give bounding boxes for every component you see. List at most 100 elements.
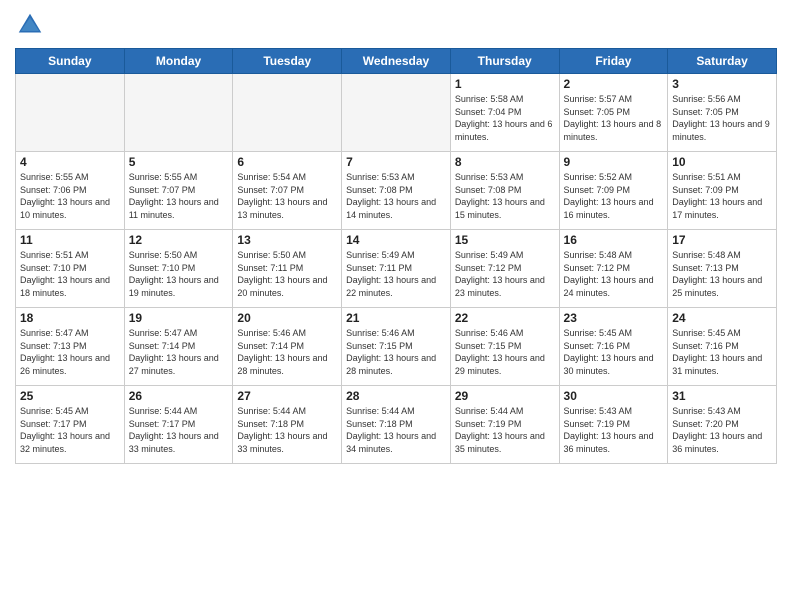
header <box>15 10 777 40</box>
day-number: 25 <box>20 389 120 403</box>
day-number: 17 <box>672 233 772 247</box>
calendar-cell: 8 Sunrise: 5:53 AMSunset: 7:08 PMDaylight… <box>450 152 559 230</box>
calendar-cell: 23 Sunrise: 5:45 AMSunset: 7:16 PMDayligh… <box>559 308 668 386</box>
day-number: 27 <box>237 389 337 403</box>
day-info: Sunrise: 5:46 AMSunset: 7:15 PMDaylight:… <box>455 327 555 377</box>
calendar-cell <box>124 74 233 152</box>
calendar-cell: 28Sunrise: 5:44 AMSunset: 7:18 PMDayligh… <box>342 386 451 464</box>
day-info: Sunrise: 5:49 AMSunset: 7:12 PMDaylight:… <box>455 249 555 299</box>
day-number: 20 <box>237 311 337 325</box>
calendar-cell: 15 Sunrise: 5:49 AMSunset: 7:12 PMDayligh… <box>450 230 559 308</box>
logo-icon <box>15 10 45 40</box>
day-number: 24 <box>672 311 772 325</box>
day-number: 29 <box>455 389 555 403</box>
day-info: Sunrise: 5:48 AMSunset: 7:12 PMDaylight:… <box>564 249 664 299</box>
calendar-cell: 26Sunrise: 5:44 AMSunset: 7:17 PMDayligh… <box>124 386 233 464</box>
day-info: Sunrise: 5:47 AMSunset: 7:13 PMDaylight:… <box>20 327 120 377</box>
day-number: 31 <box>672 389 772 403</box>
day-info: Sunrise: 5:50 AMSunset: 7:11 PMDaylight:… <box>237 249 337 299</box>
day-info: Sunrise: 5:53 AMSunset: 7:08 PMDaylight:… <box>455 171 555 221</box>
day-info: Sunrise: 5:45 AMSunset: 7:16 PMDaylight:… <box>564 327 664 377</box>
calendar-cell: 5 Sunrise: 5:55 AMSunset: 7:07 PMDaylight… <box>124 152 233 230</box>
weekday-saturday: Saturday <box>668 49 777 74</box>
day-info: Sunrise: 5:51 AMSunset: 7:10 PMDaylight:… <box>20 249 120 299</box>
weekday-monday: Monday <box>124 49 233 74</box>
weekday-header-row: SundayMondayTuesdayWednesdayThursdayFrid… <box>16 49 777 74</box>
calendar-cell: 30Sunrise: 5:43 AMSunset: 7:19 PMDayligh… <box>559 386 668 464</box>
week-row-1: 4 Sunrise: 5:55 AMSunset: 7:06 PMDaylight… <box>16 152 777 230</box>
page: SundayMondayTuesdayWednesdayThursdayFrid… <box>0 0 792 612</box>
day-number: 28 <box>346 389 446 403</box>
calendar-cell: 3Sunrise: 5:56 AMSunset: 7:05 PMDaylight… <box>668 74 777 152</box>
calendar-cell: 18 Sunrise: 5:47 AMSunset: 7:13 PMDayligh… <box>16 308 125 386</box>
day-number: 12 <box>129 233 229 247</box>
calendar-body: 1 Sunrise: 5:58 AMSunset: 7:04 PMDaylight… <box>16 74 777 464</box>
day-number: 21 <box>346 311 446 325</box>
calendar-cell: 29 Sunrise: 5:44 AMSunset: 7:19 PMDayligh… <box>450 386 559 464</box>
day-info: Sunrise: 5:46 AMSunset: 7:14 PMDaylight:… <box>237 327 337 377</box>
day-number: 8 <box>455 155 555 169</box>
day-info: Sunrise: 5:47 AMSunset: 7:14 PMDaylight:… <box>129 327 229 377</box>
day-info: Sunrise: 5:50 AMSunset: 7:10 PMDaylight:… <box>129 249 229 299</box>
day-info: Sunrise: 5:45 AMSunset: 7:16 PMDaylight:… <box>672 327 772 377</box>
calendar-cell: 25 Sunrise: 5:45 AMSunset: 7:17 PMDayligh… <box>16 386 125 464</box>
logo <box>15 10 47 40</box>
calendar-cell <box>233 74 342 152</box>
calendar-cell: 19 Sunrise: 5:47 AMSunset: 7:14 PMDayligh… <box>124 308 233 386</box>
day-number: 7 <box>346 155 446 169</box>
calendar-cell: 1 Sunrise: 5:58 AMSunset: 7:04 PMDaylight… <box>450 74 559 152</box>
calendar-cell: 22 Sunrise: 5:46 AMSunset: 7:15 PMDayligh… <box>450 308 559 386</box>
day-info: Sunrise: 5:44 AMSunset: 7:18 PMDaylight:… <box>237 405 337 455</box>
week-row-2: 11Sunrise: 5:51 AMSunset: 7:10 PMDayligh… <box>16 230 777 308</box>
calendar-cell: 11Sunrise: 5:51 AMSunset: 7:10 PMDayligh… <box>16 230 125 308</box>
day-info: Sunrise: 5:53 AMSunset: 7:08 PMDaylight:… <box>346 171 446 221</box>
day-info: Sunrise: 5:51 AMSunset: 7:09 PMDaylight:… <box>672 171 772 221</box>
day-number: 5 <box>129 155 229 169</box>
day-info: Sunrise: 5:44 AMSunset: 7:19 PMDaylight:… <box>455 405 555 455</box>
day-info: Sunrise: 5:56 AMSunset: 7:05 PMDaylight:… <box>672 93 772 143</box>
day-number: 23 <box>564 311 664 325</box>
calendar-cell: 7 Sunrise: 5:53 AMSunset: 7:08 PMDaylight… <box>342 152 451 230</box>
day-info: Sunrise: 5:49 AMSunset: 7:11 PMDaylight:… <box>346 249 446 299</box>
weekday-friday: Friday <box>559 49 668 74</box>
calendar-cell: 13 Sunrise: 5:50 AMSunset: 7:11 PMDayligh… <box>233 230 342 308</box>
day-info: Sunrise: 5:44 AMSunset: 7:17 PMDaylight:… <box>129 405 229 455</box>
week-row-3: 18 Sunrise: 5:47 AMSunset: 7:13 PMDayligh… <box>16 308 777 386</box>
day-info: Sunrise: 5:45 AMSunset: 7:17 PMDaylight:… <box>20 405 120 455</box>
day-info: Sunrise: 5:46 AMSunset: 7:15 PMDaylight:… <box>346 327 446 377</box>
calendar-cell: 21 Sunrise: 5:46 AMSunset: 7:15 PMDayligh… <box>342 308 451 386</box>
day-number: 19 <box>129 311 229 325</box>
calendar-cell: 2Sunrise: 5:57 AMSunset: 7:05 PMDaylight… <box>559 74 668 152</box>
day-number: 9 <box>564 155 664 169</box>
calendar-cell <box>342 74 451 152</box>
day-number: 10 <box>672 155 772 169</box>
calendar-cell: 31 Sunrise: 5:43 AMSunset: 7:20 PMDayligh… <box>668 386 777 464</box>
day-number: 6 <box>237 155 337 169</box>
day-number: 16 <box>564 233 664 247</box>
day-info: Sunrise: 5:48 AMSunset: 7:13 PMDaylight:… <box>672 249 772 299</box>
day-info: Sunrise: 5:58 AMSunset: 7:04 PMDaylight:… <box>455 93 555 143</box>
day-info: Sunrise: 5:43 AMSunset: 7:19 PMDaylight:… <box>564 405 664 455</box>
weekday-thursday: Thursday <box>450 49 559 74</box>
day-info: Sunrise: 5:43 AMSunset: 7:20 PMDaylight:… <box>672 405 772 455</box>
calendar-cell: 24 Sunrise: 5:45 AMSunset: 7:16 PMDayligh… <box>668 308 777 386</box>
day-info: Sunrise: 5:55 AMSunset: 7:06 PMDaylight:… <box>20 171 120 221</box>
day-info: Sunrise: 5:55 AMSunset: 7:07 PMDaylight:… <box>129 171 229 221</box>
calendar-cell: 4 Sunrise: 5:55 AMSunset: 7:06 PMDaylight… <box>16 152 125 230</box>
day-number: 22 <box>455 311 555 325</box>
day-info: Sunrise: 5:52 AMSunset: 7:09 PMDaylight:… <box>564 171 664 221</box>
day-number: 18 <box>20 311 120 325</box>
calendar-cell: 27 Sunrise: 5:44 AMSunset: 7:18 PMDayligh… <box>233 386 342 464</box>
day-number: 4 <box>20 155 120 169</box>
calendar-cell: 9 Sunrise: 5:52 AMSunset: 7:09 PMDaylight… <box>559 152 668 230</box>
day-info: Sunrise: 5:57 AMSunset: 7:05 PMDaylight:… <box>564 93 664 143</box>
day-number: 13 <box>237 233 337 247</box>
day-number: 15 <box>455 233 555 247</box>
calendar-cell: 12 Sunrise: 5:50 AMSunset: 7:10 PMDayligh… <box>124 230 233 308</box>
weekday-tuesday: Tuesday <box>233 49 342 74</box>
calendar-cell <box>16 74 125 152</box>
day-number: 1 <box>455 77 555 91</box>
week-row-4: 25 Sunrise: 5:45 AMSunset: 7:17 PMDayligh… <box>16 386 777 464</box>
day-number: 14 <box>346 233 446 247</box>
calendar-cell: 20 Sunrise: 5:46 AMSunset: 7:14 PMDayligh… <box>233 308 342 386</box>
